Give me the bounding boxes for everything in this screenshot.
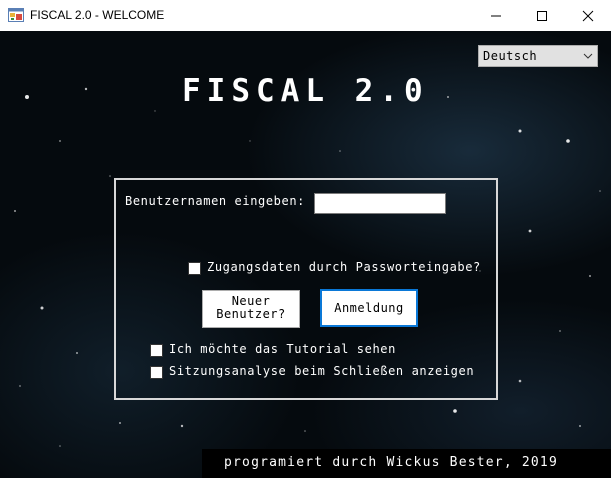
language-select-value: Deutsch (483, 49, 538, 63)
username-label: Benutzernamen eingeben: (125, 194, 305, 208)
password-checkbox-label[interactable]: Zugangsdaten durch Passworteingabe? (207, 260, 481, 274)
credits-text: programiert durch Wickus Bester, 2019 (224, 455, 558, 470)
app-window: FISCAL 2.0 - WELCOME Deutsch FISCAL 2.0 … (0, 0, 611, 478)
close-button[interactable] (565, 0, 611, 31)
login-panel: Benutzernamen eingeben: Zugangsdaten dur… (114, 178, 498, 400)
app-title: FISCAL 2.0 (182, 73, 429, 109)
credits-footer: programiert durch Wickus Bester, 2019 (202, 449, 611, 478)
login-button[interactable]: Anmeldung (320, 289, 418, 327)
welcome-screen: Deutsch FISCAL 2.0 Benutzernamen eingebe… (0, 31, 611, 478)
app-window-icon (8, 8, 24, 22)
tutorial-checkbox-label[interactable]: Ich möchte das Tutorial sehen (169, 342, 396, 356)
tutorial-checkbox[interactable] (150, 344, 163, 357)
close-icon (582, 10, 594, 22)
minimize-button[interactable] (473, 0, 519, 31)
chevron-down-icon (583, 53, 593, 59)
title-bar[interactable]: FISCAL 2.0 - WELCOME (0, 0, 611, 31)
new-user-button[interactable]: Neuer Benutzer? (202, 290, 300, 328)
language-select[interactable]: Deutsch (478, 45, 598, 67)
minimize-icon (491, 15, 501, 17)
maximize-icon (537, 11, 547, 21)
session-analysis-checkbox-label[interactable]: Sitzungsanalyse beim Schließen anzeigen (169, 364, 474, 378)
maximize-button[interactable] (519, 0, 565, 31)
session-analysis-checkbox[interactable] (150, 366, 163, 379)
window-title: FISCAL 2.0 - WELCOME (30, 8, 165, 22)
username-input[interactable] (314, 193, 446, 214)
password-checkbox[interactable] (188, 262, 201, 275)
